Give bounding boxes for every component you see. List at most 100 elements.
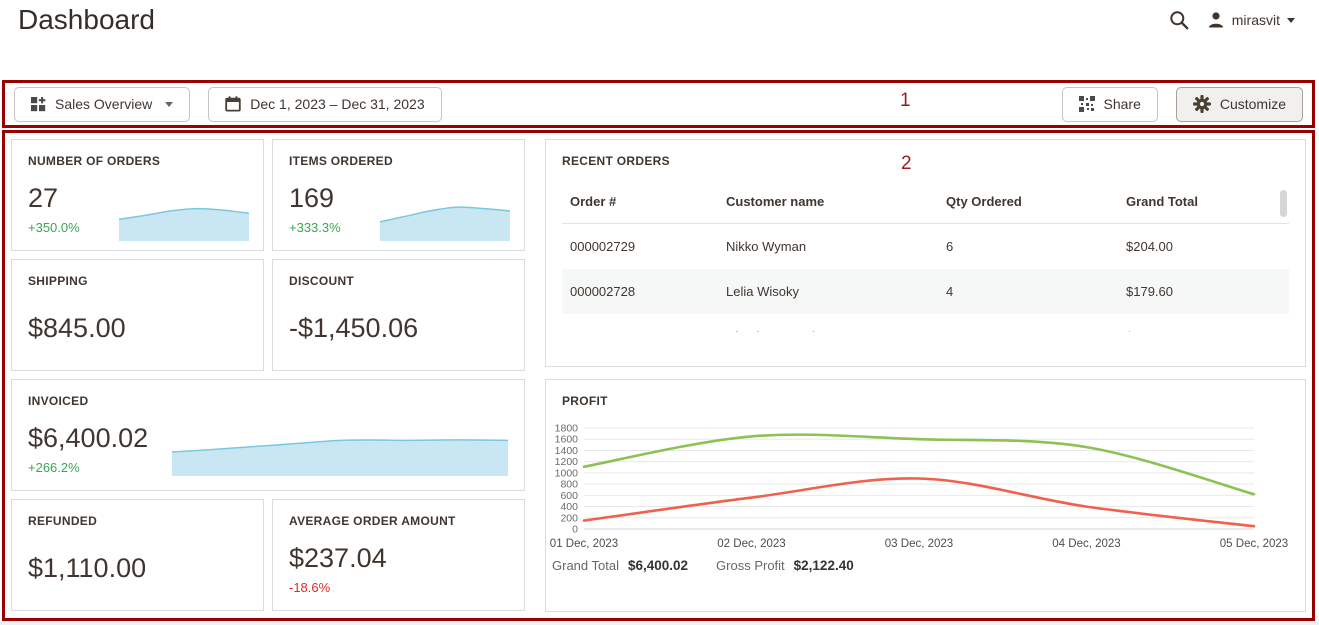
kpi-title: ITEMS ORDERED xyxy=(289,154,508,168)
summary-item: Gross Profit $2,122.40 xyxy=(716,558,854,573)
table-cell: $179.60 xyxy=(1126,269,1289,314)
widgets-column: RECENT ORDERS Order # Customer name Qty … xyxy=(545,139,1306,612)
widget-title: RECENT ORDERS xyxy=(562,154,1289,168)
svg-text:1600: 1600 xyxy=(555,434,579,446)
sparkline-chart xyxy=(380,195,510,241)
svg-text:400: 400 xyxy=(560,501,578,513)
share-label: Share xyxy=(1104,96,1141,112)
summary-label: Grand Total xyxy=(552,558,619,573)
table-cell: 4 xyxy=(946,269,1126,314)
kpi-card-number-of-orders: NUMBER OF ORDERS 27 +350.0% xyxy=(11,139,264,251)
column-header: Grand Total xyxy=(1126,180,1289,224)
kpi-card-items-ordered: ITEMS ORDERED 169 +333.3% xyxy=(272,139,525,251)
svg-text:0: 0 xyxy=(572,524,578,536)
chevron-down-icon xyxy=(165,102,173,107)
gear-icon xyxy=(1193,95,1211,113)
svg-text:02 Dec, 2023: 02 Dec, 2023 xyxy=(717,538,785,550)
svg-text:03 Dec, 2023: 03 Dec, 2023 xyxy=(885,538,953,550)
page-title: Dashboard xyxy=(18,4,155,36)
kpi-title: INVOICED xyxy=(28,394,508,408)
kpi-value: $845.00 xyxy=(28,314,247,344)
recent-orders-widget: RECENT ORDERS Order # Customer name Qty … xyxy=(545,139,1306,367)
table-cell: 000002729 xyxy=(562,224,726,270)
kpi-value: $237.04 xyxy=(289,544,508,574)
kpi-value: $1,110.00 xyxy=(28,554,247,584)
kpi-card-shipping: SHIPPING $845.00 xyxy=(11,259,264,371)
table-cell: $240.98 xyxy=(1126,314,1289,332)
kpi-card-discount: DISCOUNT -$1,450.06 xyxy=(272,259,525,371)
svg-text:01 Dec, 2023: 01 Dec, 2023 xyxy=(550,538,618,550)
orders-tbody: 000002729Nikko Wyman6$204.00000002728Lel… xyxy=(562,224,1289,333)
board-selector-label: Sales Overview xyxy=(55,96,152,112)
annotation-label-1: 1 xyxy=(900,90,911,112)
kpi-title: SHIPPING xyxy=(28,274,247,288)
calendar-icon xyxy=(225,96,241,112)
summary-item: Grand Total $6,400.02 xyxy=(552,558,688,573)
page-bottom-strip xyxy=(0,621,1319,625)
svg-text:800: 800 xyxy=(560,479,578,491)
kpi-title: AVERAGE ORDER AMOUNT xyxy=(289,514,508,528)
svg-text:1400: 1400 xyxy=(555,445,579,457)
date-range-label: Dec 1, 2023 – Dec 31, 2023 xyxy=(250,96,424,112)
header-actions: mirasvit xyxy=(1169,6,1295,34)
profit-line-chart: 020040060080010001200140016001800 01 Dec,… xyxy=(550,416,1302,554)
customize-button[interactable]: Customize xyxy=(1176,87,1303,122)
dashboard-content: NUMBER OF ORDERS 27 +350.0% ITEMS ORDERE… xyxy=(2,130,1315,621)
table-cell: 000002727 xyxy=(562,314,726,332)
widget-title: PROFIT xyxy=(550,394,1301,408)
profit-summary: Grand Total $6,400.02 Gross Profit $2,12… xyxy=(550,558,1301,573)
table-cell: Nikko Wyman xyxy=(726,224,946,270)
svg-text:1200: 1200 xyxy=(555,456,579,468)
table-cell: Chesley Emard xyxy=(726,314,946,332)
share-button[interactable]: Share xyxy=(1062,87,1158,122)
table-cell: $204.00 xyxy=(1126,224,1289,270)
sparkline-chart xyxy=(172,428,508,476)
column-header: Order # xyxy=(562,180,726,224)
kpi-value: -$1,450.06 xyxy=(289,314,508,344)
orders-table: Order # Customer name Qty Ordered Grand … xyxy=(562,180,1289,332)
kpi-title: DISCOUNT xyxy=(289,274,508,288)
chevron-down-icon xyxy=(1287,18,1295,23)
kpi-card-average-order-amount: AVERAGE ORDER AMOUNT $237.04 -18.6% xyxy=(272,499,525,611)
kpi-title: NUMBER OF ORDERS xyxy=(28,154,247,168)
board-grid-icon xyxy=(31,97,46,112)
user-name: mirasvit xyxy=(1232,12,1280,28)
kpi-delta: -18.6% xyxy=(289,580,508,595)
kpi-card-refunded: REFUNDED $1,110.00 xyxy=(11,499,264,611)
table-cell: 000002728 xyxy=(562,269,726,314)
svg-text:1000: 1000 xyxy=(555,467,579,479)
scrollbar-thumb[interactable] xyxy=(1280,190,1287,217)
summary-value: $2,122.40 xyxy=(794,558,854,573)
svg-text:1800: 1800 xyxy=(555,423,579,435)
table-cell: Lelia Wisoky xyxy=(726,269,946,314)
table-header-row: Order # Customer name Qty Ordered Grand … xyxy=(562,180,1289,224)
search-icon[interactable] xyxy=(1169,10,1189,30)
table-row[interactable]: 000002729Nikko Wyman6$204.00 xyxy=(562,224,1289,270)
table-cell: 6 xyxy=(946,224,1126,270)
sparkline-chart xyxy=(119,195,249,241)
board-selector-button[interactable]: Sales Overview xyxy=(14,87,190,122)
date-range-button[interactable]: Dec 1, 2023 – Dec 31, 2023 xyxy=(208,87,441,122)
user-menu[interactable]: mirasvit xyxy=(1207,11,1295,29)
kpi-title: REFUNDED xyxy=(28,514,247,528)
kpi-column: NUMBER OF ORDERS 27 +350.0% ITEMS ORDERE… xyxy=(11,139,525,612)
table-row[interactable]: 000002727Chesley Emard5$240.98 xyxy=(562,314,1289,332)
column-header: Qty Ordered xyxy=(946,180,1126,224)
profit-widget: PROFIT 020040060080010001200140016001800… xyxy=(545,379,1306,612)
customize-label: Customize xyxy=(1220,96,1286,112)
kpi-card-invoiced: INVOICED $6,400.02 +266.2% xyxy=(11,379,525,491)
annotation-label-2: 2 xyxy=(901,153,912,175)
summary-value: $6,400.02 xyxy=(628,558,688,573)
qr-share-icon xyxy=(1079,96,1095,112)
summary-label: Gross Profit xyxy=(716,558,785,573)
svg-text:05 Dec, 2023: 05 Dec, 2023 xyxy=(1220,538,1288,550)
table-cell: 5 xyxy=(946,314,1126,332)
table-row[interactable]: 000002728Lelia Wisoky4$179.60 xyxy=(562,269,1289,314)
dashboard-toolbar: Sales Overview Dec 1, 2023 – Dec 31, 202… xyxy=(2,80,1315,128)
svg-text:04 Dec, 2023: 04 Dec, 2023 xyxy=(1052,538,1120,550)
svg-text:600: 600 xyxy=(560,490,578,502)
person-icon xyxy=(1207,11,1225,29)
column-header: Customer name xyxy=(726,180,946,224)
orders-table-viewport[interactable]: Order # Customer name Qty Ordered Grand … xyxy=(562,180,1289,332)
svg-text:200: 200 xyxy=(560,512,578,524)
